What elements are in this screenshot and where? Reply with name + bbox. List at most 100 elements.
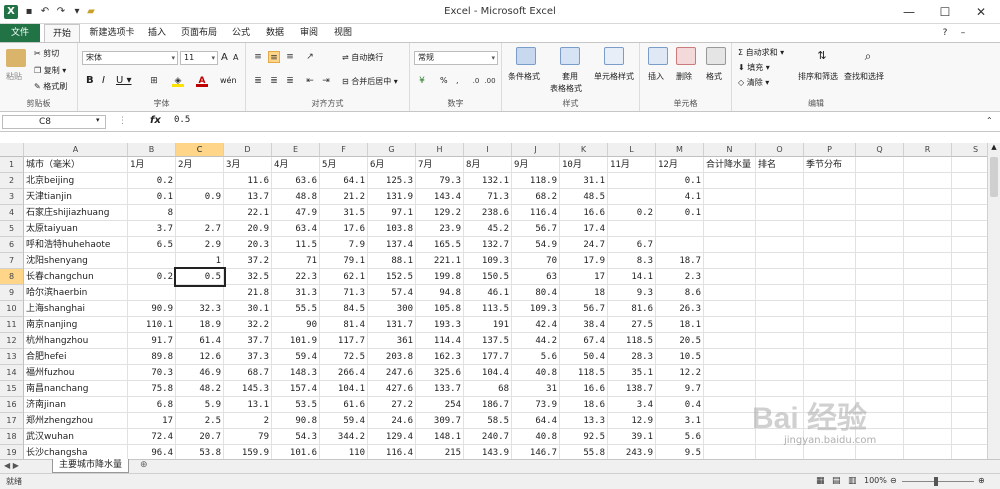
table-cell[interactable]	[704, 397, 756, 413]
table-cell[interactable]: 武汉wuhan	[24, 429, 128, 445]
row-header[interactable]: 4	[0, 205, 24, 221]
table-cell[interactable]: 11.6	[224, 173, 272, 189]
header-cell[interactable]: 8月	[464, 157, 512, 173]
table-cell[interactable]: 上海shanghai	[24, 301, 128, 317]
column-header-g[interactable]: G	[368, 143, 416, 157]
sheet-nav-icon[interactable]: ◀ ▶	[4, 461, 19, 470]
paste-icon[interactable]	[6, 49, 26, 67]
table-cell[interactable]	[856, 445, 904, 459]
percent-button[interactable]: %	[440, 76, 448, 85]
table-cell[interactable]: 福州fuzhou	[24, 365, 128, 381]
table-cell[interactable]: 59.4	[320, 413, 368, 429]
table-cell[interactable]	[756, 349, 804, 365]
table-cell[interactable]: 3.4	[608, 397, 656, 413]
paste-button[interactable]: 粘贴	[6, 71, 22, 82]
table-cell[interactable]: 22.1	[224, 205, 272, 221]
table-cell[interactable]	[904, 301, 952, 317]
align-center-icon[interactable]: ≣	[268, 75, 280, 87]
table-cell[interactable]: 13.1	[224, 397, 272, 413]
cut-button[interactable]: ✂ 剪切	[34, 48, 59, 59]
table-cell[interactable]: 37.7	[224, 333, 272, 349]
row-header[interactable]: 12	[0, 333, 24, 349]
table-cell[interactable]	[904, 365, 952, 381]
table-cell[interactable]: 呼和浩特huhehaote	[24, 237, 128, 253]
table-cell[interactable]: 97.1	[368, 205, 416, 221]
table-cell[interactable]	[704, 445, 756, 459]
expand-formula-icon[interactable]: ⌃	[986, 116, 993, 125]
table-cell[interactable]	[804, 349, 856, 365]
table-cell[interactable]: 92.5	[560, 429, 608, 445]
table-cell[interactable]	[904, 317, 952, 333]
header-cell[interactable]: 7月	[416, 157, 464, 173]
row-header[interactable]: 17	[0, 413, 24, 429]
table-cell[interactable]: 6.7	[608, 237, 656, 253]
table-cell[interactable]	[856, 189, 904, 205]
table-cell[interactable]: 70.3	[128, 365, 176, 381]
table-cell[interactable]: 2.3	[656, 269, 704, 285]
table-cell[interactable]: 143.4	[416, 189, 464, 205]
table-cell[interactable]	[804, 333, 856, 349]
table-cell[interactable]	[856, 317, 904, 333]
table-cell[interactable]	[756, 205, 804, 221]
header-cell[interactable]: 12月	[656, 157, 704, 173]
align-left-icon[interactable]: ≣	[252, 75, 264, 87]
table-cell[interactable]	[756, 301, 804, 317]
table-cell[interactable]: 44.2	[512, 333, 560, 349]
table-cell[interactable]: 191	[464, 317, 512, 333]
table-cell[interactable]: 27.2	[368, 397, 416, 413]
table-cell[interactable]: 238.6	[464, 205, 512, 221]
table-cell[interactable]: 247.6	[368, 365, 416, 381]
table-cell[interactable]: 150.5	[464, 269, 512, 285]
table-cell[interactable]: 64.4	[512, 413, 560, 429]
table-cell[interactable]: 天津tianjin	[24, 189, 128, 205]
table-cell[interactable]: 56.7	[560, 301, 608, 317]
table-cell[interactable]	[756, 365, 804, 381]
table-cell[interactable]: 90.8	[272, 413, 320, 429]
decrease-indent-icon[interactable]: ⇤	[304, 75, 316, 87]
sheet-tab-active[interactable]: 主要城市降水量	[52, 459, 130, 473]
column-header-f[interactable]: F	[320, 143, 368, 157]
column-header-i[interactable]: I	[464, 143, 512, 157]
ribbon-minimize-icon[interactable]: –	[956, 24, 970, 42]
table-cell[interactable]: 88.1	[368, 253, 416, 269]
row-header[interactable]: 11	[0, 317, 24, 333]
table-cell[interactable]	[176, 173, 224, 189]
scroll-thumb[interactable]	[990, 157, 998, 197]
table-cell[interactable]: 4.1	[656, 189, 704, 205]
help-icon[interactable]: ?	[938, 24, 952, 42]
copy-button[interactable]: ❐ 复制 ▾	[34, 65, 66, 76]
header-cell[interactable]: 11月	[608, 157, 656, 173]
table-cell[interactable]: 38.4	[560, 317, 608, 333]
table-cell[interactable]: 57.4	[368, 285, 416, 301]
zoom-slider-thumb[interactable]	[934, 477, 938, 486]
table-cell[interactable]: 5.6	[656, 429, 704, 445]
table-cell[interactable]: 50.4	[560, 349, 608, 365]
table-cell[interactable]: 20.3	[224, 237, 272, 253]
table-cell[interactable]: 58.5	[464, 413, 512, 429]
table-cell[interactable]: 22.3	[272, 269, 320, 285]
table-cell[interactable]	[704, 381, 756, 397]
table-cell[interactable]	[704, 317, 756, 333]
table-cell[interactable]: 118.5	[608, 333, 656, 349]
table-cell[interactable]: 40.8	[512, 365, 560, 381]
header-cell[interactable]: 排名	[756, 157, 804, 173]
currency-icon[interactable]: ¥	[416, 75, 428, 87]
table-cell[interactable]: 沈阳shenyang	[24, 253, 128, 269]
table-cell[interactable]	[952, 253, 987, 269]
table-cell[interactable]	[952, 381, 987, 397]
tab-new[interactable]: 新建选项卡	[84, 24, 140, 42]
table-cell[interactable]	[904, 413, 952, 429]
table-cell[interactable]: 71.3	[320, 285, 368, 301]
table-cell[interactable]: 55.5	[272, 301, 320, 317]
table-cell[interactable]: 79	[224, 429, 272, 445]
align-top-icon[interactable]: ≡	[252, 51, 264, 63]
name-box-dropdown-icon[interactable]: ▾	[96, 116, 100, 124]
table-cell[interactable]: 0.1	[128, 189, 176, 205]
formula-input[interactable]: 0.5	[174, 115, 190, 125]
table-cell[interactable]: 17	[128, 413, 176, 429]
table-cell[interactable]: 137.5	[464, 333, 512, 349]
tab-data[interactable]: 数据	[260, 24, 290, 42]
table-cell[interactable]: 68.2	[512, 189, 560, 205]
table-cell[interactable]: 186.7	[464, 397, 512, 413]
table-cell[interactable]	[856, 285, 904, 301]
